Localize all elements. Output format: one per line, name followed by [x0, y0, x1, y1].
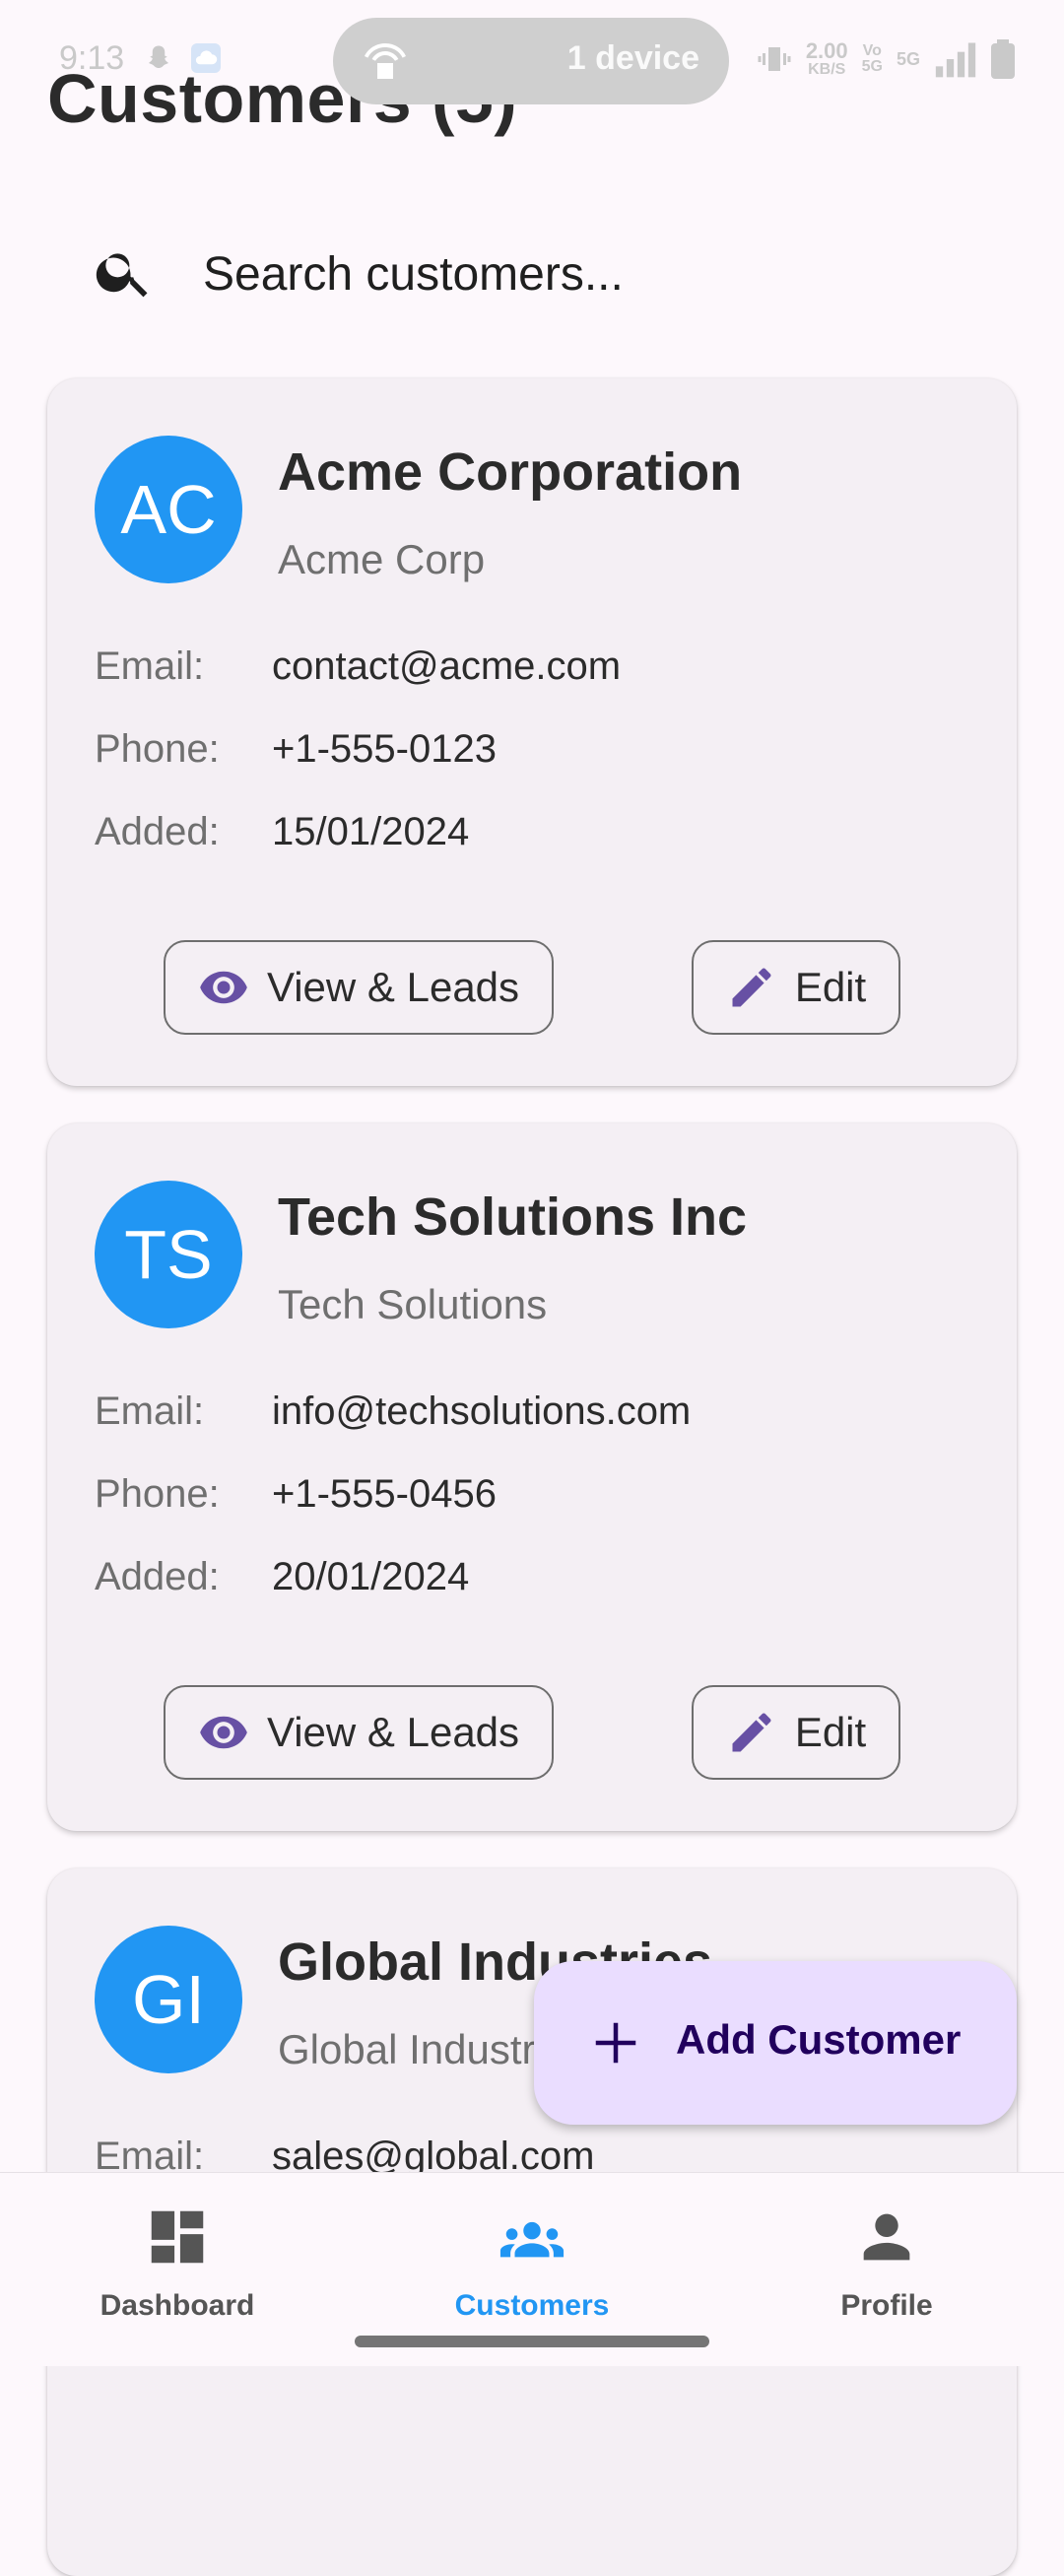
hotspot-icon — [361, 37, 410, 85]
pencil-icon — [732, 968, 771, 1007]
added-value: 20/01/2024 — [272, 1555, 470, 1598]
edit-label: Edit — [794, 1709, 867, 1755]
phone-label: Phone: — [95, 727, 220, 771]
vibrate-icon — [758, 47, 791, 71]
nav-label-dashboard: Dashboard — [100, 2289, 255, 2322]
status-time: 9:13 — [59, 39, 125, 77]
volte-top: Vo — [862, 42, 882, 59]
nav-label-customers: Customers — [454, 2289, 610, 2322]
volte-indicator: Vo 5G — [862, 43, 883, 75]
customer-card[interactable]: AC Acme Corporation Acme Corp Email: con… — [47, 378, 1017, 1086]
nav-item-dashboard[interactable]: Dashboard — [30, 2203, 325, 2323]
speed-unit: KB/S — [808, 61, 846, 78]
edit-label: Edit — [794, 964, 867, 1010]
email-value: contact@acme.com — [272, 644, 622, 688]
nav-label-profile: Profile — [840, 2289, 933, 2322]
added-value: 15/01/2024 — [272, 810, 470, 853]
phone-label: Phone: — [95, 1472, 220, 1516]
battery-icon — [991, 39, 1015, 79]
view-leads-label: View & Leads — [266, 964, 520, 1010]
signal-icon — [935, 42, 976, 78]
customer-card[interactable]: TS Tech Solutions Inc Tech Solutions Ema… — [47, 1123, 1017, 1831]
search-bar[interactable] — [47, 219, 1017, 327]
view-leads-button[interactable]: View & Leads — [164, 940, 554, 1035]
phone-value: +1-555-0456 — [272, 1472, 497, 1516]
customer-name: Acme Corporation — [278, 442, 743, 502]
status-bar: 9:13 1 device 2.00 KB/S Vo 5G 5G — [0, 0, 1064, 108]
avatar: TS — [95, 1181, 242, 1328]
add-customer-button[interactable]: Add Customer — [534, 1961, 1017, 2125]
network-speed: 2.00 KB/S — [806, 40, 848, 78]
email-value: info@techsolutions.com — [272, 1390, 692, 1433]
home-indicator[interactable] — [355, 2336, 709, 2347]
plus-icon — [595, 2022, 636, 2064]
person-icon — [863, 2213, 910, 2261]
view-leads-label: View & Leads — [266, 1709, 520, 1755]
added-label: Added: — [95, 1555, 220, 1598]
volte-bottom: 5G — [861, 58, 883, 75]
email-label: Email: — [95, 1390, 205, 1433]
signal-type: 5G — [896, 49, 920, 69]
added-label: Added: — [95, 810, 220, 853]
email-label: Email: — [95, 644, 205, 688]
snapchat-icon — [144, 43, 173, 73]
speed-value: 2.00 — [805, 38, 848, 63]
eye-icon — [200, 1716, 247, 1749]
customer-company: Acme Corp — [278, 536, 486, 582]
view-leads-button[interactable]: View & Leads — [164, 1685, 554, 1780]
cloud-app-icon — [191, 43, 221, 73]
nav-item-customers[interactable]: Customers — [384, 2203, 680, 2323]
device-count: 1 device — [566, 39, 699, 77]
avatar: GI — [95, 1926, 242, 2073]
customer-company: Tech Solutions — [278, 1281, 548, 1327]
avatar: AC — [95, 436, 242, 583]
status-icons: 2.00 KB/S Vo 5G 5G — [757, 39, 1015, 79]
eye-icon — [200, 971, 247, 1004]
nav-item-profile[interactable]: Profile — [739, 2203, 1034, 2323]
people-icon — [499, 2221, 565, 2258]
search-icon — [96, 253, 148, 298]
phone-value: +1-555-0123 — [272, 727, 497, 771]
edit-button[interactable]: Edit — [692, 940, 900, 1035]
dashboard-icon — [151, 2210, 204, 2264]
customer-name: Tech Solutions Inc — [278, 1187, 748, 1247]
pencil-icon — [732, 1713, 771, 1752]
add-customer-label: Add Customer — [676, 2016, 962, 2063]
search-input[interactable] — [201, 238, 973, 309]
hotspot-pill[interactable]: 1 device — [333, 18, 729, 104]
edit-button[interactable]: Edit — [692, 1685, 900, 1780]
